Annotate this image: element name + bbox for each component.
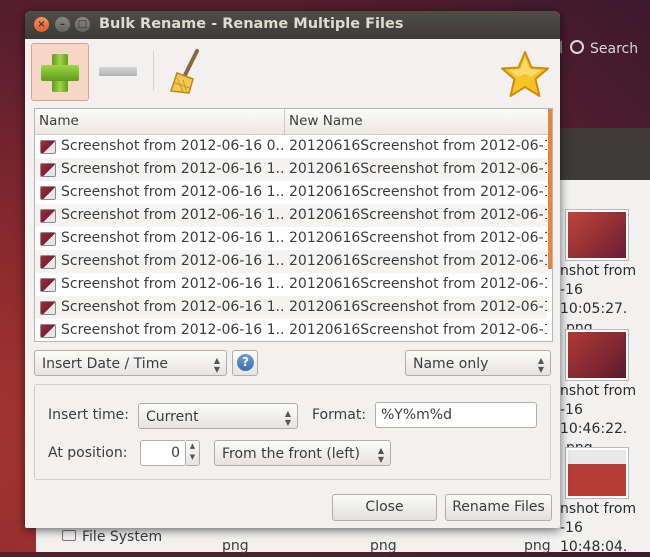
image-file-icon: [40, 232, 56, 246]
insert-time-select[interactable]: Current ▲ ▼: [138, 403, 298, 429]
table-body: Screenshot from 2012-06-16 0... 20120616S…: [35, 135, 547, 341]
bulk-rename-dialog: × – □ Bulk Rename - Rename Multiple File…: [25, 11, 560, 528]
combo-arrows-icon: ▲ ▼: [213, 356, 220, 374]
minimize-window-button[interactable]: –: [55, 17, 70, 32]
file-caption: nshot from -16 10:46:22. png: [560, 383, 637, 456]
clear-list-button[interactable]: [163, 47, 211, 97]
thumbnail[interactable]: [566, 330, 628, 380]
add-files-button[interactable]: [31, 43, 89, 101]
star-icon: [501, 51, 549, 97]
broom-icon: [169, 49, 199, 94]
image-file-icon: [40, 163, 56, 177]
format-label: Format:: [312, 407, 367, 423]
table-row[interactable]: Screenshot from 2012-06-16 1... 20120616S…: [35, 204, 547, 227]
column-header-new-name[interactable]: New Name: [285, 109, 551, 134]
image-file-icon: [40, 278, 56, 292]
drive-icon: [62, 530, 76, 541]
close-window-button[interactable]: ×: [34, 17, 49, 32]
help-icon: ?: [237, 354, 254, 371]
image-file-icon: [40, 255, 56, 269]
name-scope-select[interactable]: Name only ▲ ▼: [405, 350, 551, 376]
image-file-icon: [40, 324, 56, 338]
file-list-table: Name New Name Screenshot from 2012-06-16…: [34, 108, 553, 342]
vertical-scrollbar[interactable]: [548, 109, 552, 269]
image-file-icon: [40, 209, 56, 223]
position-spinner[interactable]: ▲ ▼: [186, 440, 200, 466]
toolbar-separator: [153, 51, 154, 91]
file-caption: nshot from -16 10:48:04.: [560, 501, 637, 555]
position-from-select[interactable]: From the front (left) ▲ ▼: [214, 440, 391, 466]
maximize-window-button[interactable]: □: [75, 17, 90, 32]
image-file-icon: [40, 301, 56, 315]
file-manager-search[interactable]: Search: [570, 40, 638, 57]
table-row[interactable]: Screenshot from 2012-06-16 0... 20120616S…: [35, 135, 547, 158]
position-label: At position:: [48, 445, 128, 461]
table-header: Name New Name: [35, 109, 552, 135]
image-file-icon: [40, 140, 56, 154]
insert-time-label: Insert time:: [48, 407, 129, 423]
title-bar: × – □ Bulk Rename - Rename Multiple File…: [25, 11, 560, 39]
position-input[interactable]: 0: [140, 440, 186, 466]
table-row[interactable]: Screenshot from 2012-06-16 1... 20120616S…: [35, 181, 547, 204]
thumbnail[interactable]: [566, 448, 628, 498]
help-button[interactable]: ?: [232, 350, 258, 376]
table-row[interactable]: Screenshot from 2012-06-16 1... 20120616S…: [35, 158, 547, 181]
file-caption: nshot from -16 10:05:27. png: [560, 263, 637, 336]
table-row[interactable]: Screenshot from 2012-06-16 1... 20120616S…: [35, 227, 547, 250]
format-input[interactable]: %Y%m%d: [375, 402, 537, 428]
combo-arrows-icon: ▲ ▼: [377, 446, 384, 464]
combo-arrows-icon: ▲ ▼: [537, 356, 544, 374]
combo-arrows-icon: ▲ ▼: [284, 409, 291, 427]
column-header-name[interactable]: Name: [35, 109, 285, 134]
table-row[interactable]: Screenshot from 2012-06-16 1... 20120616S…: [35, 250, 547, 273]
rename-mode-select[interactable]: Insert Date / Time ▲ ▼: [34, 350, 227, 376]
rename-files-button[interactable]: Rename Files: [445, 494, 552, 521]
image-file-icon: [40, 186, 56, 200]
window-title: Bulk Rename - Rename Multiple Files: [99, 16, 404, 32]
table-row[interactable]: Screenshot from 2012-06-16 1... 20120616S…: [35, 273, 547, 296]
close-button[interactable]: Close: [332, 494, 437, 521]
sidebar-item-file-system[interactable]: File System: [62, 529, 162, 545]
remove-files-button[interactable]: [95, 61, 141, 79]
table-row[interactable]: Screenshot from 2012-06-16 1... 20120616S…: [35, 296, 547, 319]
thumbnail[interactable]: [566, 210, 628, 260]
table-row[interactable]: Screenshot from 2012-06-16 1... 20120616S…: [35, 319, 547, 341]
favorites-button[interactable]: [499, 49, 551, 101]
remove-icon: [99, 67, 137, 76]
search-icon: [570, 40, 584, 54]
